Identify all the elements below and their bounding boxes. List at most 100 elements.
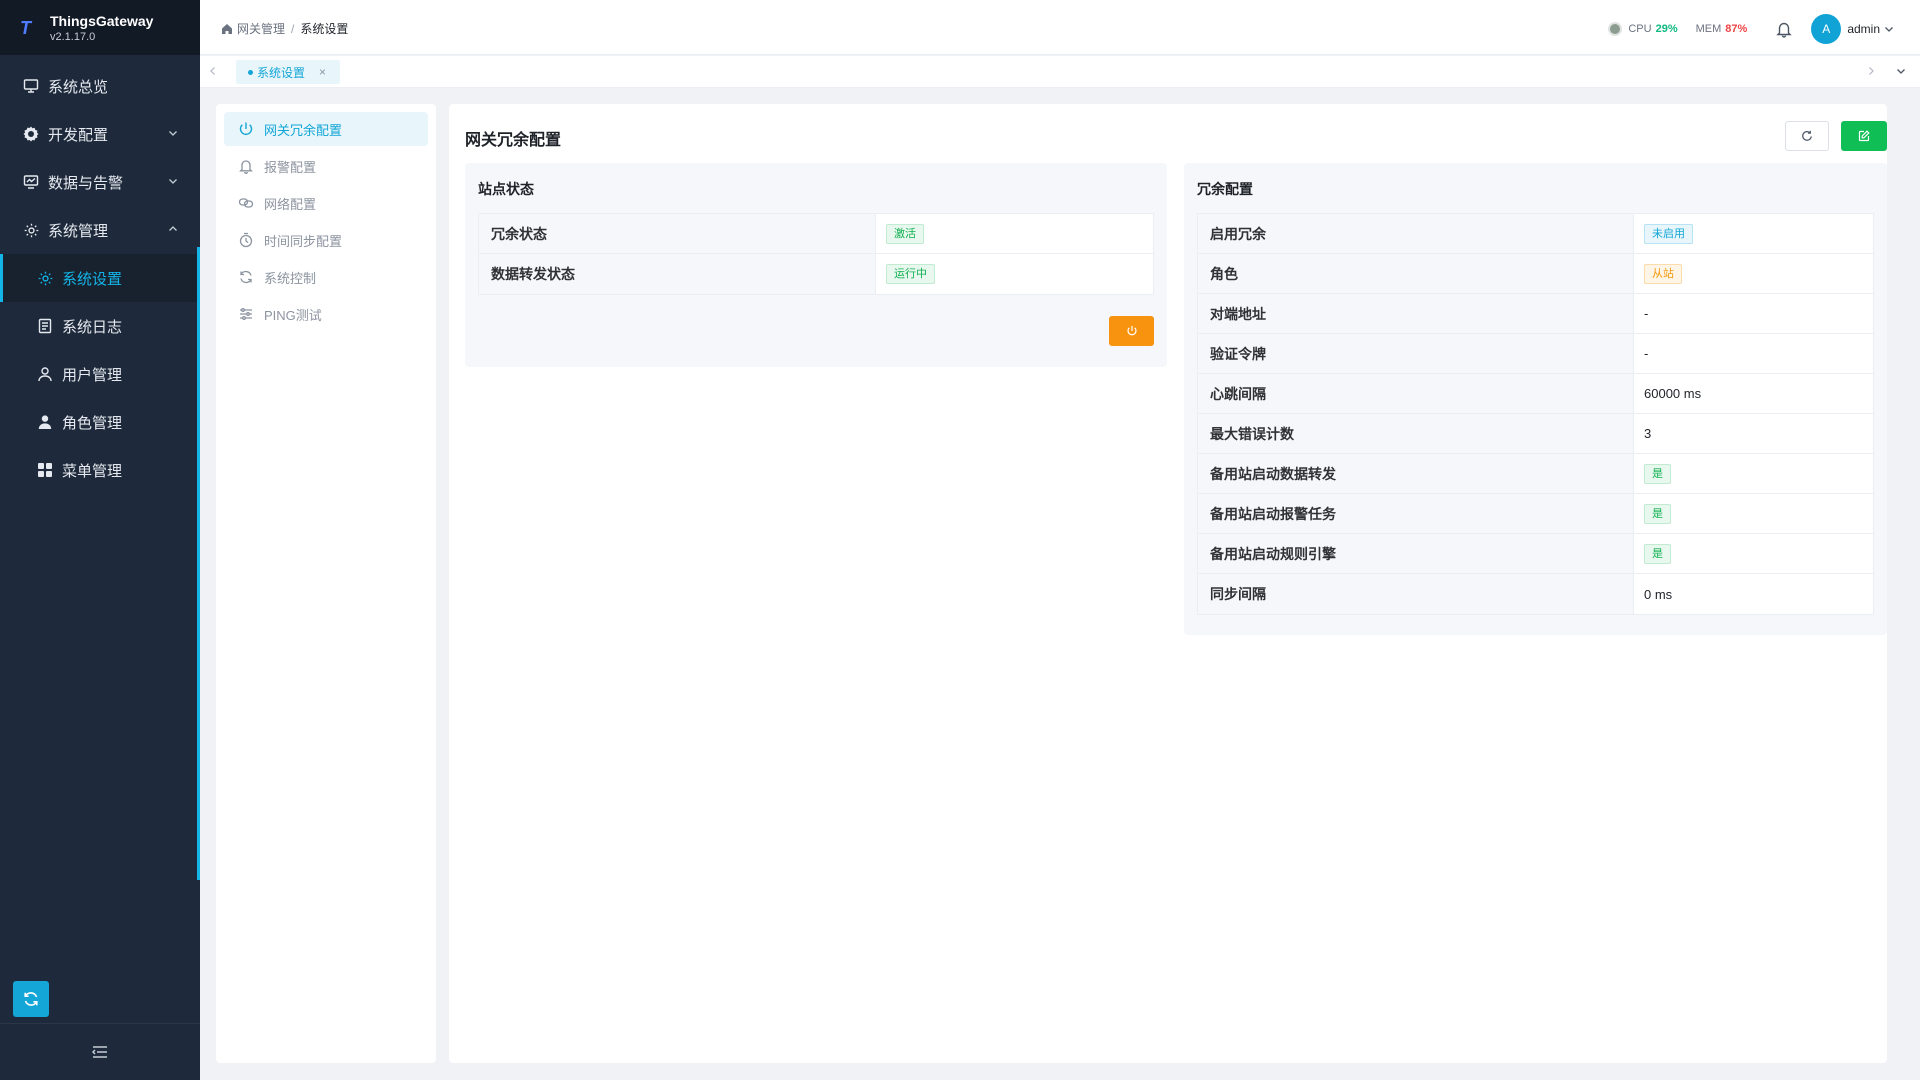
avatar[interactable]: A bbox=[1811, 14, 1842, 44]
power-icon bbox=[1126, 326, 1137, 336]
edit-button[interactable] bbox=[1841, 121, 1887, 151]
row-label: 心跳间隔 bbox=[1198, 374, 1634, 413]
table-row: 心跳间隔 60000 ms bbox=[1198, 374, 1873, 414]
settings-icon bbox=[22, 221, 40, 239]
row-value: 从站 bbox=[1634, 254, 1873, 293]
edit-icon bbox=[1858, 130, 1870, 142]
table-row: 冗余状态 激活 bbox=[479, 214, 1153, 254]
status-badge: 激活 bbox=[886, 223, 924, 244]
status-indicator bbox=[1608, 22, 1623, 36]
nav-item-time-sync[interactable]: 时间同步配置 bbox=[224, 223, 428, 257]
main-panel: 网关冗余配置 站点状态 冗余状态 激活 数据转发状态 运行中 冗余配置 启用冗余 bbox=[449, 104, 1887, 1063]
chevron-down-icon[interactable] bbox=[1896, 66, 1906, 76]
row-value: 运行中 bbox=[876, 254, 1153, 294]
nav-item-label: 系统控制 bbox=[264, 270, 317, 286]
redundancy-config-card: 冗余配置 启用冗余 未启用 角色 从站 对端地址 - 验证令牌 - 心跳间隔 6… bbox=[1184, 163, 1887, 635]
row-label: 备用站启动数据转发 bbox=[1198, 454, 1634, 493]
bell-icon[interactable] bbox=[1775, 20, 1793, 38]
home-icon bbox=[222, 23, 232, 34]
row-value: 激活 bbox=[876, 214, 1153, 253]
tab-system-settings[interactable]: 系统设置 × bbox=[236, 60, 341, 84]
sidebar-item-system-log[interactable]: 系统日志 bbox=[0, 302, 200, 350]
row-value: 是 bbox=[1634, 494, 1873, 533]
power-toggle-button[interactable] bbox=[1109, 316, 1154, 346]
sidebar-item-label: 菜单管理 bbox=[62, 462, 123, 480]
sidebar-item-user-mgmt[interactable]: 用户管理 bbox=[0, 350, 200, 398]
chevron-up-icon bbox=[169, 226, 177, 231]
breadcrumb-item[interactable]: 网关管理 bbox=[237, 20, 285, 37]
breadcrumb-current: 系统设置 bbox=[300, 22, 349, 36]
nav-item-alarm[interactable]: 报警配置 bbox=[224, 149, 428, 183]
status-badge: 运行中 bbox=[886, 264, 935, 284]
table-row: 备用站启动数据转发 是 bbox=[1198, 454, 1873, 494]
user-name[interactable]: admin bbox=[1847, 22, 1880, 36]
grid-icon bbox=[36, 461, 54, 479]
sync-icon bbox=[240, 270, 252, 284]
timer-icon bbox=[239, 232, 253, 248]
sidebar-item-data-alarm[interactable]: 数据与告警 bbox=[0, 158, 200, 206]
chevron-right-icon[interactable] bbox=[1866, 66, 1876, 76]
user-icon bbox=[36, 365, 54, 383]
sidebar-item-label: 开发配置 bbox=[48, 126, 109, 144]
sidebar-item-system-settings[interactable]: 系统设置 bbox=[0, 254, 200, 302]
row-value: 是 bbox=[1634, 534, 1873, 573]
nav-item-redundancy[interactable]: 网关冗余配置 bbox=[224, 112, 428, 146]
status-badge: 是 bbox=[1644, 503, 1671, 524]
page-title: 网关冗余配置 bbox=[465, 132, 562, 149]
sync-button[interactable] bbox=[13, 981, 49, 1017]
tab-label: 系统设置 bbox=[257, 65, 306, 80]
sidebar-item-role-mgmt[interactable]: 角色管理 bbox=[0, 398, 200, 446]
table-row: 角色 从站 bbox=[1198, 254, 1873, 294]
sidebar-item-menu-mgmt[interactable]: 菜单管理 bbox=[0, 446, 200, 494]
sidebar-item-label: 系统日志 bbox=[62, 318, 123, 336]
sidebar-item-system-mgmt[interactable]: 系统管理 bbox=[0, 206, 200, 254]
close-icon[interactable]: × bbox=[319, 65, 326, 79]
chevron-left-icon[interactable] bbox=[208, 66, 218, 76]
sidebar-scrollbar[interactable] bbox=[197, 247, 200, 880]
station-status-card: 站点状态 冗余状态 激活 数据转发状态 运行中 bbox=[465, 163, 1167, 367]
settings-icon bbox=[36, 269, 54, 287]
nav-item-label: PING测试 bbox=[264, 307, 322, 323]
nav-item-label: 时间同步配置 bbox=[264, 233, 343, 249]
sidebar-item-overview[interactable]: 系统总览 bbox=[0, 62, 200, 110]
mem-value: 87% bbox=[1725, 23, 1748, 35]
sidebar-item-label: 系统管理 bbox=[48, 222, 109, 240]
status-badge: 是 bbox=[1644, 463, 1671, 484]
sidebar-collapse-button[interactable] bbox=[0, 1023, 200, 1080]
table-row: 启用冗余 未启用 bbox=[1198, 214, 1873, 254]
sidebar-item-dev-config[interactable]: 开发配置 bbox=[0, 110, 200, 158]
mem-label: MEM bbox=[1695, 23, 1722, 35]
chevron-down-icon bbox=[169, 179, 177, 184]
active-dot bbox=[248, 69, 253, 75]
row-value: 未启用 bbox=[1634, 214, 1873, 253]
row-label: 角色 bbox=[1198, 254, 1634, 293]
logo-icon: T bbox=[20, 17, 31, 38]
status-badge: 未启用 bbox=[1644, 223, 1693, 244]
document-icon bbox=[36, 317, 54, 335]
chevron-down-icon[interactable] bbox=[1884, 24, 1894, 34]
row-label: 数据转发状态 bbox=[479, 254, 876, 294]
refresh-icon bbox=[24, 992, 38, 1006]
row-label: 备用站启动规则引擎 bbox=[1198, 534, 1634, 573]
chevron-down-icon bbox=[169, 131, 177, 136]
power-icon bbox=[239, 122, 253, 136]
row-label: 验证令牌 bbox=[1198, 334, 1634, 373]
row-label: 最大错误计数 bbox=[1198, 414, 1634, 453]
nav-item-label: 报警配置 bbox=[264, 159, 317, 175]
nav-item-system-control[interactable]: 系统控制 bbox=[224, 260, 428, 294]
gear-icon bbox=[22, 125, 40, 143]
sidebar-item-label: 系统设置 bbox=[62, 270, 123, 288]
sidebar-item-label: 系统总览 bbox=[48, 78, 109, 96]
sidebar: T ThingsGateway v2.1.17.0 系统总览 开发配置 数据与告… bbox=[0, 0, 200, 1080]
sidebar-item-label: 角色管理 bbox=[62, 414, 123, 432]
role-badge: 从站 bbox=[1644, 263, 1682, 284]
nav-item-network[interactable]: 网络配置 bbox=[224, 186, 428, 220]
monitor-icon bbox=[22, 77, 40, 95]
sliders-icon bbox=[240, 308, 252, 320]
nav-item-label: 网络配置 bbox=[264, 196, 317, 212]
row-value: 60000 ms bbox=[1644, 386, 1702, 401]
refresh-icon bbox=[1802, 130, 1812, 141]
nav-item-ping[interactable]: PING测试 bbox=[224, 297, 428, 331]
refresh-button[interactable] bbox=[1785, 121, 1829, 151]
top-header: 网关管理 / 系统设置 CPU 29% MEM 87% A admin bbox=[200, 0, 1920, 55]
